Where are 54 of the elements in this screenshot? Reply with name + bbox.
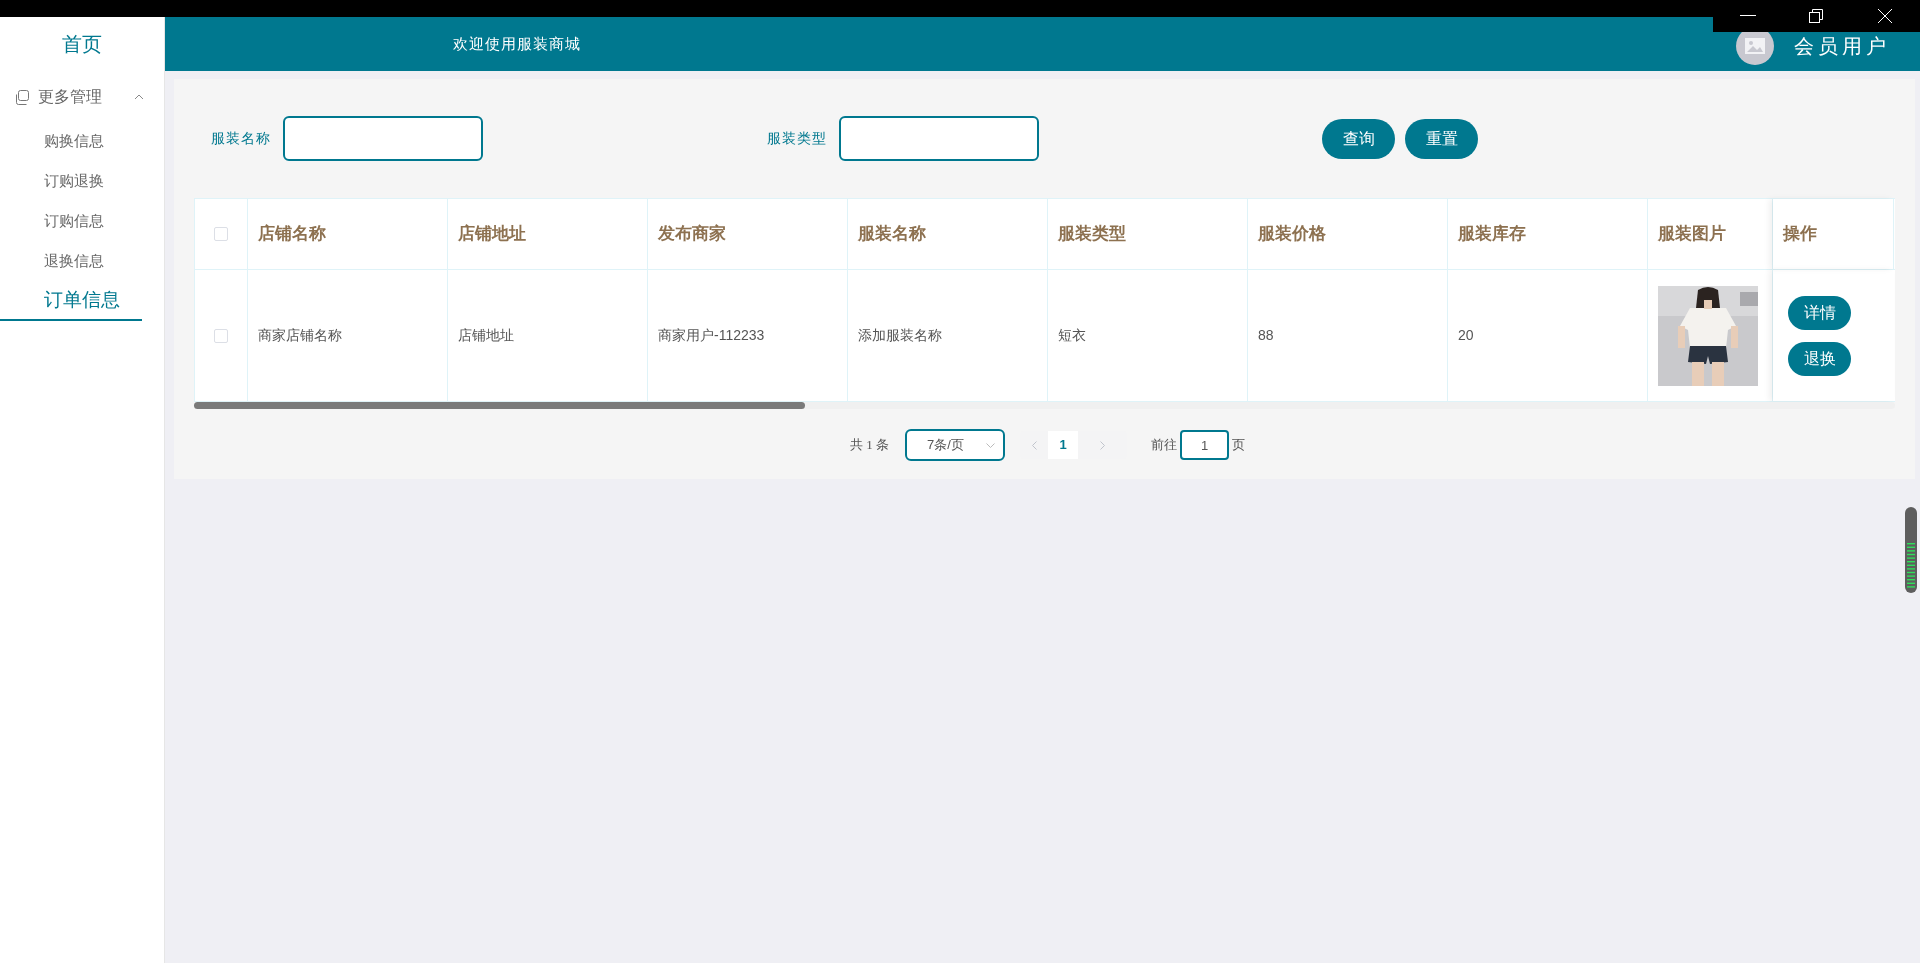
- column-header: 服装类型: [1048, 199, 1248, 269]
- menu-group[interactable]: 更多管理: [0, 73, 164, 121]
- table-cell-text: 店铺地址: [458, 326, 514, 345]
- sidebar-item[interactable]: 订购信息: [0, 201, 142, 241]
- search-button[interactable]: 查询: [1322, 118, 1395, 159]
- sidebar-item[interactable]: 订单信息: [0, 281, 142, 321]
- column-header: 服装价格: [1248, 199, 1448, 269]
- restore-icon[interactable]: [1809, 9, 1824, 23]
- page-button[interactable]: 1: [1048, 431, 1078, 459]
- header-title: 欢迎使用服装商城: [453, 34, 582, 54]
- column-header: 店铺名称: [248, 199, 448, 269]
- search-field[interactable]: [283, 116, 483, 161]
- column-header: 服装图片: [1648, 199, 1773, 269]
- action-button[interactable]: 详情: [1788, 295, 1851, 330]
- menu-group-label: 更多管理: [38, 87, 103, 107]
- table-cell-text: 88: [1258, 326, 1274, 345]
- close-icon[interactable]: [1877, 8, 1894, 24]
- checkbox[interactable]: [214, 227, 228, 241]
- sidebar-item[interactable]: 退换信息: [0, 241, 142, 281]
- horizontal-scrollbar[interactable]: [194, 402, 1895, 409]
- user-name[interactable]: 会员用户: [1794, 31, 1890, 61]
- page-suffix: 页: [1232, 436, 1245, 455]
- chevron-left-icon: [1031, 440, 1037, 450]
- table-cell-text: 20: [1458, 326, 1474, 345]
- table-cell-text: 添加服装名称: [858, 326, 942, 345]
- minimize-icon[interactable]: [1739, 15, 1756, 17]
- column-header: 操作: [1773, 199, 1894, 269]
- image-icon: [1745, 38, 1765, 54]
- sidebar-item[interactable]: 购换信息: [0, 121, 142, 161]
- field-label: 服装名称: [211, 130, 271, 148]
- chevron-icon: [134, 94, 144, 100]
- goto-label: 前往: [1151, 436, 1177, 455]
- page-input[interactable]: 1: [1180, 430, 1229, 460]
- scrollbar-thumb[interactable]: [194, 402, 805, 409]
- action-button[interactable]: 退换: [1788, 341, 1851, 376]
- total-count: 共 1 条: [850, 436, 889, 455]
- table-cell-text: 商家店铺名称: [258, 326, 342, 345]
- copy-icon: [14, 89, 29, 105]
- home-link[interactable]: 首页: [0, 17, 164, 71]
- page-size-select[interactable]: 7条/页: [905, 429, 1005, 461]
- sidebar-item[interactable]: 订购退换: [0, 161, 142, 201]
- search-button[interactable]: 重置: [1405, 118, 1478, 159]
- level-meter-icon: [1905, 507, 1917, 593]
- column-header: 发布商家: [648, 199, 848, 269]
- table-cell-text: 商家用户-112233: [658, 326, 765, 345]
- table-cell-text: 短衣: [1058, 326, 1086, 345]
- column-header: 店铺地址: [448, 199, 648, 269]
- chevron-right-icon: [1100, 440, 1105, 450]
- field-label: 服装类型: [767, 130, 827, 148]
- column-header: 服装库存: [1448, 199, 1648, 269]
- chevron-icon: [986, 442, 995, 448]
- checkbox[interactable]: [214, 328, 228, 343]
- search-field[interactable]: [839, 116, 1039, 161]
- column-header: 服装名称: [848, 199, 1048, 269]
